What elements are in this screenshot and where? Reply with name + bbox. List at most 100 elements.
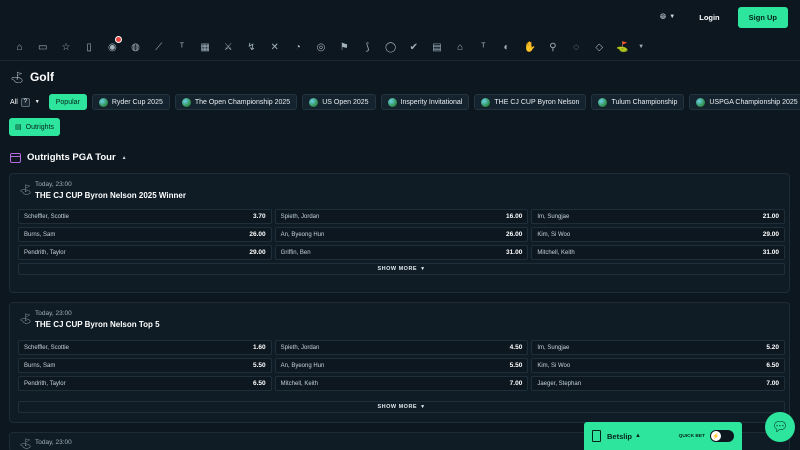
odds-button[interactable]: Spieth, Jordan 16.00 bbox=[274, 209, 529, 224]
odds-button[interactable]: Im, Sungjae 5.20 bbox=[531, 340, 785, 355]
language-selector[interactable]: 🌐︎ ▼ bbox=[660, 12, 675, 22]
outrights-tab[interactable]: ▤ Outrights bbox=[9, 118, 61, 136]
nba2k-icon[interactable]: ▤ bbox=[425, 38, 448, 56]
boxing-icon[interactable]: ✋ bbox=[518, 38, 541, 56]
quick-bet-toggle[interactable] bbox=[710, 430, 734, 442]
darts-icon[interactable]: ◌ bbox=[565, 38, 588, 56]
world-flag-icon bbox=[98, 97, 108, 107]
home-icon[interactable]: ⌂ bbox=[8, 38, 31, 56]
odds-button[interactable]: Mitchell, Keith 7.00 bbox=[274, 376, 529, 391]
filter-tournament[interactable]: THE CJ CUP Byron Nelson bbox=[474, 94, 587, 110]
player-name: Pendrith, Taylor bbox=[24, 249, 66, 256]
odds-button[interactable]: Mitchell, Keith 31.00 bbox=[531, 245, 785, 260]
top-bar: 🌐︎ ▼ Login Sign Up bbox=[0, 0, 800, 34]
live-icon[interactable]: ▭ bbox=[31, 38, 54, 56]
valorant-icon[interactable]: ✔ bbox=[402, 38, 425, 56]
player-name: Im, Sungjae bbox=[537, 344, 570, 351]
filter-popular[interactable]: Popular bbox=[48, 94, 87, 110]
page-heading: ⛳︎ Golf bbox=[10, 70, 54, 84]
basketball-icon[interactable]: ◍ bbox=[124, 38, 147, 56]
hockey-icon[interactable]: ◔ bbox=[286, 38, 309, 56]
counter-strike-icon[interactable]: ⚔ bbox=[217, 38, 240, 56]
snooker-icon[interactable]: ◇ bbox=[588, 38, 611, 56]
card-header: ⛳︎ Today, 23:00 THE CJ CUP Byron Nelson … bbox=[19, 310, 160, 329]
odds-value: 3.70 bbox=[253, 213, 266, 220]
dota-icon[interactable]: ↯ bbox=[240, 38, 263, 56]
chip-label: Tulum Championship bbox=[611, 98, 678, 106]
section-header[interactable]: Outrights PGA Tour ▲ bbox=[10, 152, 127, 163]
odds-button[interactable]: An, Byeong Hun 26.00 bbox=[274, 227, 529, 242]
rugby-icon[interactable]: ◯ bbox=[379, 38, 402, 56]
player-name: An, Byeong Hun bbox=[280, 362, 325, 369]
chevron-down-icon: ▼ bbox=[420, 266, 426, 272]
mma-icon[interactable]: ✕ bbox=[263, 38, 286, 56]
chevron-down-icon: ▼ bbox=[34, 99, 40, 105]
odds-button[interactable]: An, Byeong Hun 5.50 bbox=[274, 358, 529, 373]
golf-icon: ⛳︎ bbox=[19, 439, 32, 450]
chevron-down-icon: ▼ bbox=[669, 14, 676, 20]
betslip-history-icon[interactable]: ▯ bbox=[78, 38, 101, 56]
golf-icon[interactable]: ⛳ bbox=[611, 38, 634, 56]
odds-value: 1.60 bbox=[253, 344, 266, 351]
event-title: THE CJ CUP Byron Nelson 2025 Winner bbox=[35, 191, 186, 200]
odds-button[interactable]: Pendrith, Taylor 29.00 bbox=[18, 245, 272, 260]
betslip-bar[interactable]: Betslip ▲ QUICK BET bbox=[584, 422, 742, 450]
volleyball-icon[interactable]: ◎ bbox=[309, 38, 332, 56]
odds-button[interactable]: Scheffler, Scottie 3.70 bbox=[18, 209, 272, 224]
filter-tournament[interactable]: Ryder Cup 2025 bbox=[91, 94, 170, 110]
odds-value: 6.50 bbox=[253, 380, 266, 387]
show-more-button[interactable]: SHOW MORE ▼ bbox=[18, 263, 785, 275]
globe-icon: 🌐︎ bbox=[659, 12, 667, 21]
favourites-icon[interactable]: ☆ bbox=[54, 38, 77, 56]
odds-button[interactable]: Burns, Sam 5.50 bbox=[18, 358, 272, 373]
filter-tournament[interactable]: Insperity Invitational bbox=[380, 94, 470, 110]
esports-icon[interactable]: ▦ bbox=[194, 38, 217, 56]
login-button[interactable]: Login bbox=[691, 9, 727, 26]
odds-button[interactable]: Griffin, Ben 31.00 bbox=[274, 245, 529, 260]
filter-tournament[interactable]: Tulum Championship bbox=[591, 94, 685, 110]
chip-label: USPGA Championship 2025 bbox=[709, 98, 798, 106]
event-title: THE CJ CUP Byron Nelson Top 5 bbox=[35, 320, 160, 329]
odds-button[interactable]: Jaeger, Stephan 7.00 bbox=[531, 376, 785, 391]
all-label: All bbox=[10, 98, 18, 106]
odds-button[interactable]: Scheffler, Scottie 1.60 bbox=[18, 340, 272, 355]
odds-button[interactable]: Burns, Sam 26.00 bbox=[18, 227, 272, 242]
efootball-icon[interactable]: ᵀ bbox=[472, 38, 495, 56]
world-flag-icon bbox=[696, 97, 706, 107]
filter-tournament[interactable]: The Open Championship 2025 bbox=[174, 94, 298, 110]
chip-label: Ryder Cup 2025 bbox=[111, 98, 163, 106]
table-tennis-icon[interactable]: ⚲ bbox=[541, 38, 564, 56]
soccer-icon[interactable]: ◉ bbox=[101, 36, 124, 56]
card-header: ⛳︎ Today, 23:00 bbox=[19, 439, 72, 450]
calendar-icon bbox=[10, 152, 21, 163]
cricket-icon[interactable]: ⌂ bbox=[449, 38, 472, 56]
all-select[interactable]: All ? ▼ bbox=[10, 97, 44, 107]
show-more-button[interactable]: SHOW MORE ▼ bbox=[18, 401, 785, 413]
filter-tournament[interactable]: US Open 2025 bbox=[302, 94, 376, 110]
odds-value: 29.00 bbox=[249, 249, 266, 256]
odds-value: 5.50 bbox=[253, 362, 266, 369]
filter-tournament[interactable]: USPGA Championship 2025 bbox=[689, 94, 800, 110]
market-card: ⛳︎ Today, 23:00 THE CJ CUP Byron Nelson … bbox=[9, 302, 790, 423]
odds-button[interactable]: Spieth, Jordan 4.50 bbox=[274, 340, 529, 355]
chat-button[interactable]: 💬︎ bbox=[765, 412, 795, 442]
odds-button[interactable]: Kim, Si Woo 6.50 bbox=[531, 358, 785, 373]
odds-button[interactable]: Im, Sungjae 21.00 bbox=[531, 209, 785, 224]
player-name: Pendrith, Taylor bbox=[24, 380, 66, 387]
chevron-down-icon[interactable]: ▼ bbox=[634, 38, 648, 56]
badminton-icon[interactable]: ⟆ bbox=[356, 38, 379, 56]
odds-value: 31.00 bbox=[506, 249, 523, 256]
show-more-label: SHOW MORE bbox=[377, 266, 418, 272]
signup-button[interactable]: Sign Up bbox=[737, 6, 788, 28]
odds-button[interactable]: Pendrith, Taylor 6.50 bbox=[18, 376, 272, 391]
tennis-icon[interactable]: ⟋ bbox=[147, 38, 170, 56]
event-time: Today, 23:00 bbox=[35, 310, 72, 317]
chevron-up-icon: ▲ bbox=[121, 154, 127, 161]
baseball-icon[interactable]: ◐ bbox=[495, 38, 518, 56]
fifa-icon[interactable]: ᵀ bbox=[170, 38, 193, 56]
handball-icon[interactable]: ⚑ bbox=[333, 38, 356, 56]
outrights-label: Outrights bbox=[25, 123, 55, 131]
player-name: Burns, Sam bbox=[24, 362, 56, 369]
golf-icon: ⛳︎ bbox=[19, 185, 32, 196]
odds-button[interactable]: Kim, Si Woo 29.00 bbox=[531, 227, 785, 242]
